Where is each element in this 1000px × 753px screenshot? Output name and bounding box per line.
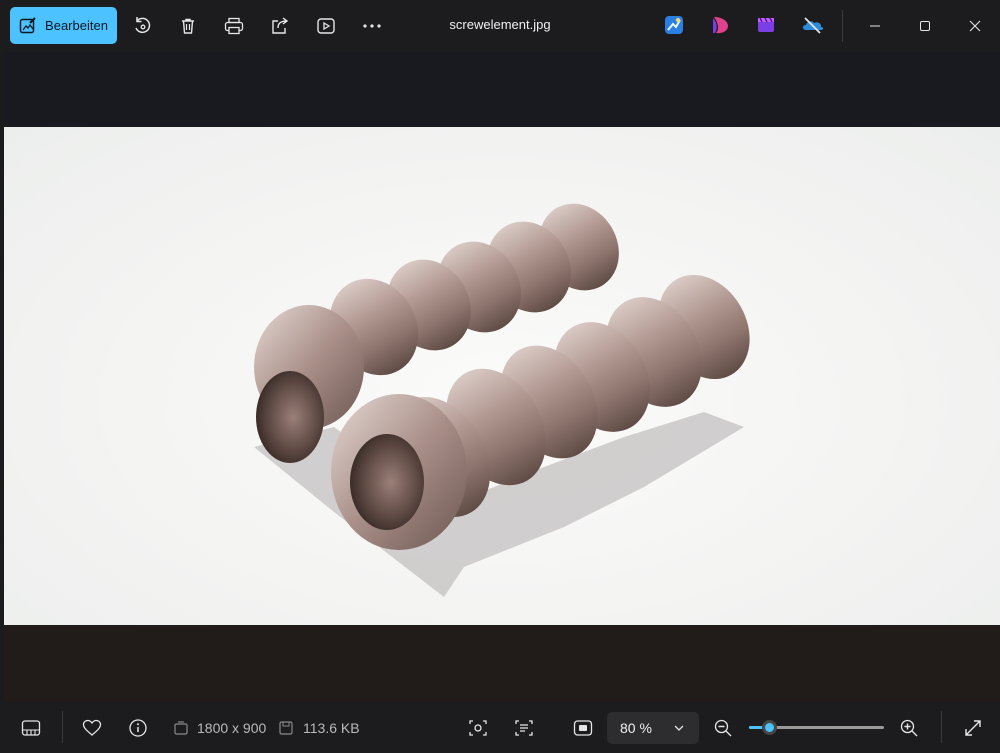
edit-button-label: Bearbeiten xyxy=(45,18,108,33)
title-bar: Bearbeiten screwelement.jpg xyxy=(0,0,1000,52)
divider xyxy=(842,10,843,42)
text-extract-icon[interactable] xyxy=(513,717,535,739)
more-icon[interactable] xyxy=(359,13,385,39)
zoom-dropdown[interactable]: 80 % xyxy=(607,712,699,744)
canvas-background xyxy=(4,52,1000,127)
photo-viewer-image[interactable] xyxy=(4,127,1000,625)
visual-search-icon[interactable] xyxy=(467,717,489,739)
filmstrip-icon[interactable] xyxy=(20,717,42,739)
maximize-icon xyxy=(920,21,930,31)
favorite-icon[interactable] xyxy=(81,717,103,739)
slideshow-icon[interactable] xyxy=(313,13,339,39)
file-size: 113.6 KB xyxy=(303,720,360,736)
chevron-down-icon xyxy=(674,725,684,731)
clipchamp-icon[interactable] xyxy=(710,15,730,35)
zoom-in-icon[interactable] xyxy=(898,717,920,739)
divider xyxy=(941,711,942,743)
delete-icon[interactable] xyxy=(175,13,201,39)
status-bar: 1800 x 900 113.6 KB 80 % xyxy=(0,702,1000,753)
zoom-slider-thumb[interactable] xyxy=(762,720,778,735)
zoom-out-icon[interactable] xyxy=(712,717,734,739)
image-dimensions: 1800 x 900 xyxy=(197,720,267,736)
close-button[interactable] xyxy=(961,12,989,40)
fullscreen-icon[interactable] xyxy=(962,717,984,739)
dimensions-icon xyxy=(170,717,192,739)
file-size-icon xyxy=(275,717,297,739)
edit-button[interactable]: Bearbeiten xyxy=(10,7,117,44)
zoom-slider[interactable] xyxy=(749,720,884,735)
video-editor-icon[interactable] xyxy=(756,15,776,35)
designer-icon[interactable] xyxy=(664,15,684,35)
rotate-icon[interactable] xyxy=(129,13,155,39)
actual-size-icon[interactable] xyxy=(572,717,594,739)
share-icon[interactable] xyxy=(267,13,293,39)
minimize-icon xyxy=(870,25,880,27)
maximize-button[interactable] xyxy=(911,12,939,40)
canvas-background xyxy=(4,625,1000,702)
print-icon[interactable] xyxy=(221,13,247,39)
zoom-value: 80 % xyxy=(620,720,652,736)
minimize-button[interactable] xyxy=(861,12,889,40)
window-title: screwelement.jpg xyxy=(449,17,551,32)
close-icon xyxy=(969,20,981,32)
divider xyxy=(62,711,63,743)
info-icon[interactable] xyxy=(127,717,149,739)
onedrive-icon[interactable] xyxy=(801,15,825,35)
screw-element-illustration xyxy=(254,203,750,597)
edit-image-icon xyxy=(19,16,36,33)
